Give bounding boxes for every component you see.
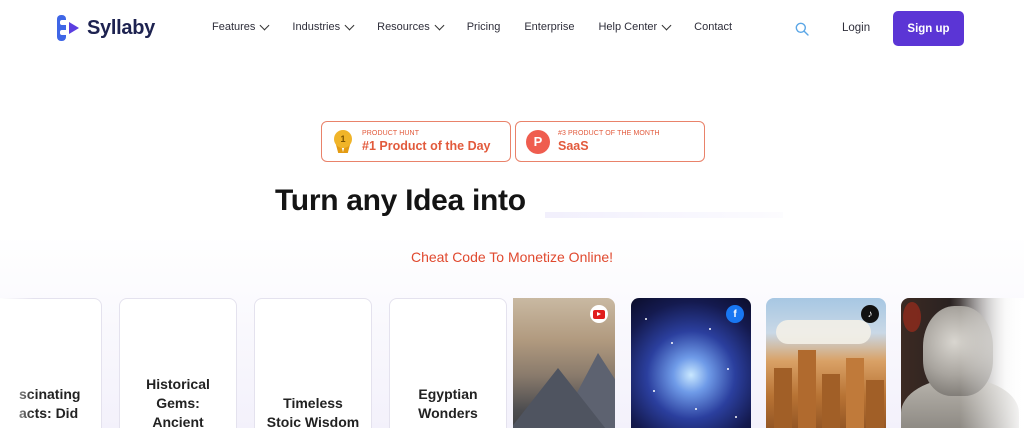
medal-icon: 1 (332, 129, 354, 154)
topic-card-title: Egyptian Wonders (418, 386, 478, 421)
nav-enterprise-label: Enterprise (524, 21, 575, 33)
topic-card[interactable]: Timeless Stoic Wisdom (254, 298, 372, 428)
nav-contact[interactable]: Contact (694, 21, 732, 33)
leaf-image (903, 302, 921, 332)
nav-pricing[interactable]: Pricing (467, 21, 501, 33)
hero-typing-placeholder (545, 212, 783, 218)
badge-caption: #3 PRODUCT OF THE MONTH (558, 130, 660, 137)
facebook-icon: f (726, 305, 744, 323)
syllaby-logo-icon (57, 15, 83, 41)
youtube-icon (590, 305, 608, 323)
nav-industries-label: Industries (292, 21, 341, 33)
hero-subtitle: Cheat Code To Monetize Online! (410, 249, 614, 265)
nav-pricing-label: Pricing (466, 21, 501, 33)
syllaby-logo[interactable]: Syllaby (57, 15, 155, 41)
nav-contact-label: Contact (694, 21, 733, 33)
top-nav: Syllaby Features Industries Resources Pr… (0, 0, 1024, 58)
search-icon[interactable] (795, 22, 809, 36)
video-thumbnail-card[interactable] (513, 298, 615, 428)
chevron-down-icon (661, 20, 672, 30)
nav-enterprise[interactable]: Enterprise (524, 21, 574, 33)
topic-card-title: Historical Gems: Ancient (146, 376, 210, 428)
mountain-image (513, 368, 613, 428)
nav-industries[interactable]: Industries (292, 20, 355, 33)
chevron-down-icon (344, 20, 355, 30)
chevron-down-icon (434, 20, 445, 30)
badge-title: #1 Product of the Day (362, 139, 491, 153)
topic-card-title: Timeless Stoic Wisdom (266, 395, 360, 428)
nav-features[interactable]: Features (212, 20, 270, 33)
chevron-down-icon (259, 20, 270, 30)
video-thumbnail-card[interactable]: f (631, 298, 751, 428)
brand-name: Syllaby (87, 16, 155, 39)
topic-card[interactable]: Historical Gems: Ancient (119, 298, 237, 428)
nav-features-label: Features (212, 21, 256, 33)
carousel-left-fade (0, 298, 34, 428)
hero-title: Turn any Idea into (275, 184, 526, 217)
signup-button[interactable]: Sign up (893, 11, 964, 46)
carousel-right-fade (960, 298, 1024, 428)
badge-caption: PRODUCT HUNT (362, 130, 420, 137)
nav-resources-label: Resources (377, 21, 430, 33)
main-menu: Features Industries Resources Pricing En… (212, 20, 756, 33)
topic-card[interactable]: Egyptian Wonders (389, 298, 507, 428)
saas-badge[interactable]: P #3 PRODUCT OF THE MONTH SaaS (515, 121, 705, 162)
nav-help-center[interactable]: Help Center (598, 20, 672, 33)
nav-help-center-label: Help Center (598, 21, 658, 33)
video-thumbnail-card[interactable]: ♪ (766, 298, 886, 428)
tiktok-icon: ♪ (861, 305, 879, 323)
badge-title: SaaS (558, 139, 589, 153)
nav-resources[interactable]: Resources (377, 20, 445, 33)
login-link[interactable]: Login (842, 22, 870, 34)
product-hunt-icon: P (526, 129, 550, 154)
product-hunt-badge[interactable]: 1 PRODUCT HUNT #1 Product of the Day (321, 121, 511, 162)
cloud-image (776, 320, 871, 344)
